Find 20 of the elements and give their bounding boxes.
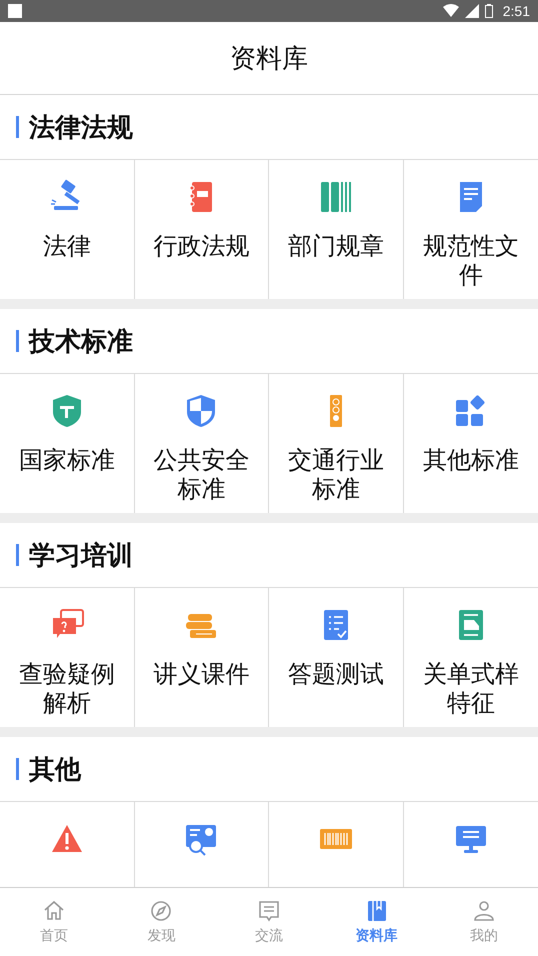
page-title: 资料库 <box>230 42 308 74</box>
compass-icon <box>149 898 174 922</box>
section-title: 其他 <box>29 752 81 786</box>
battery-icon <box>484 4 493 18</box>
traffic-light-icon <box>328 394 343 428</box>
section-title: 学习培训 <box>29 538 133 572</box>
section-marker <box>16 330 19 352</box>
section-marker <box>16 116 19 138</box>
wifi-icon <box>442 4 459 18</box>
message-icon <box>256 898 281 922</box>
signal-icon <box>464 4 479 18</box>
clock-text: 2:51 <box>502 2 530 20</box>
home-icon <box>42 898 66 922</box>
section-marker <box>16 544 19 566</box>
tab-item[interactable]: 资料库 <box>322 888 430 956</box>
section-marker <box>16 758 19 780</box>
section-title: 技术标准 <box>29 324 133 358</box>
person-icon <box>472 898 496 922</box>
notification-icon <box>8 4 22 18</box>
section-title: 法律法规 <box>29 110 133 144</box>
